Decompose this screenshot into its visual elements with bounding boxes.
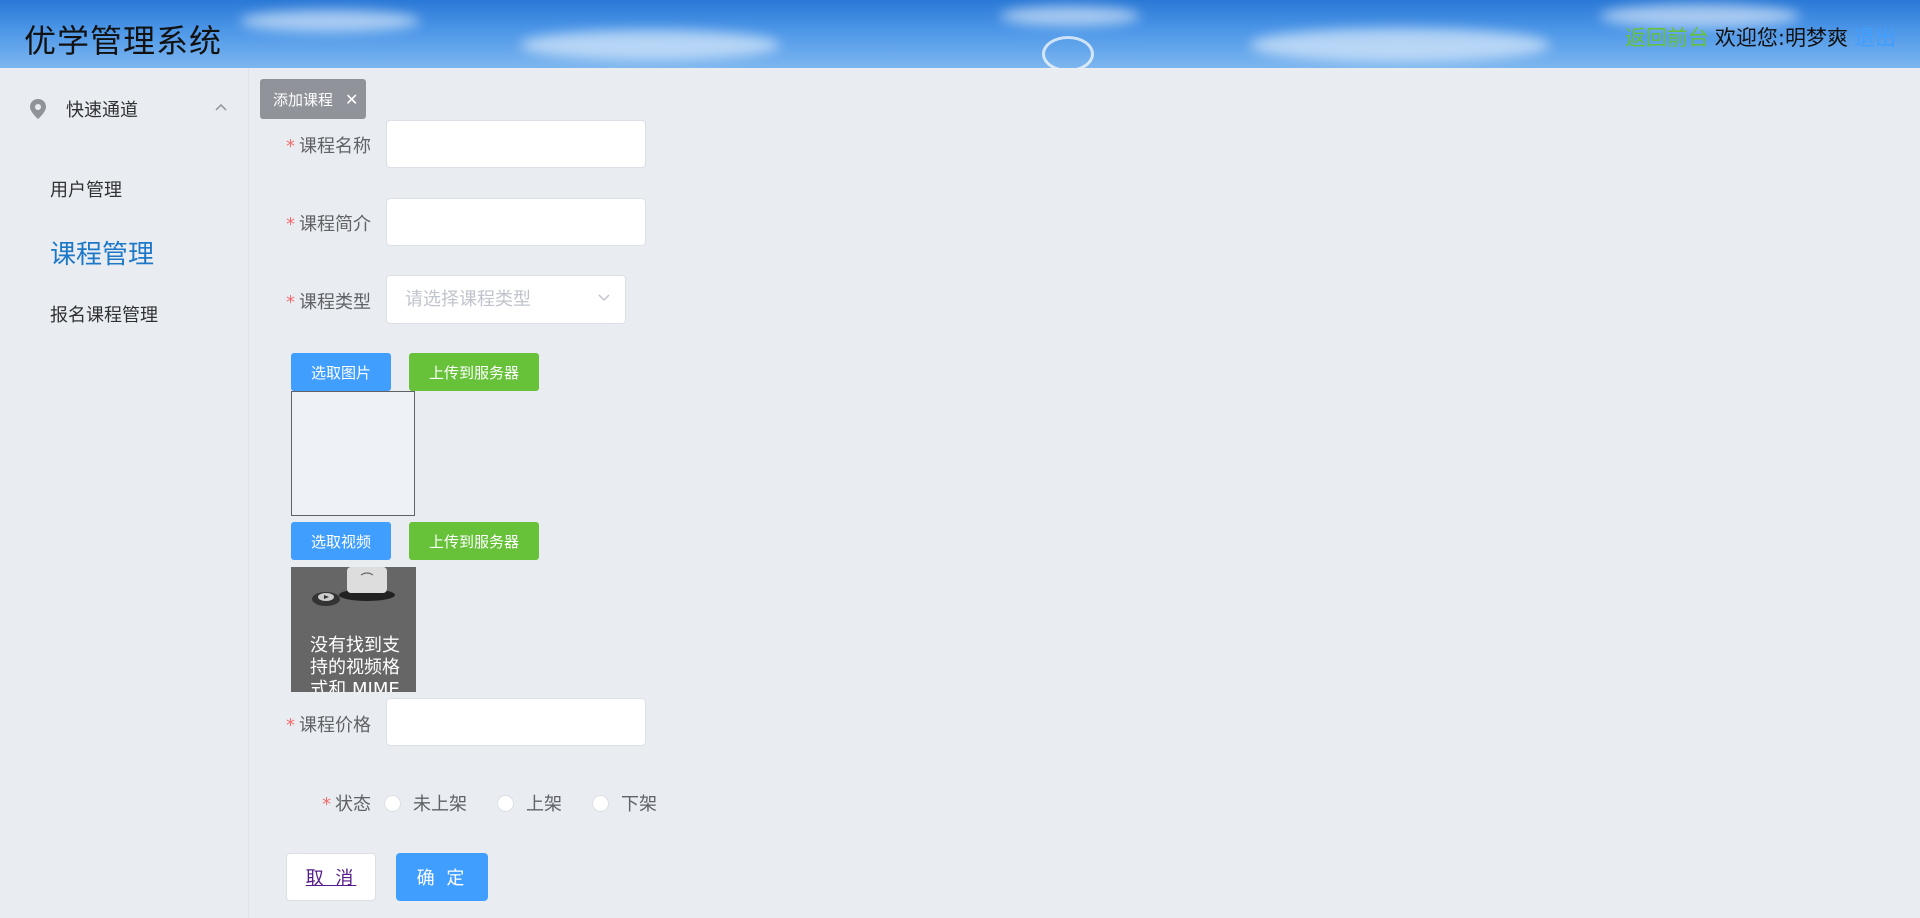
radio-label: 上架 xyxy=(526,794,562,815)
radio-circle[interactable] xyxy=(592,794,609,812)
cancel-button[interactable]: 取 消 xyxy=(286,853,376,901)
tab-add-course[interactable]: 添加课程 ✕ xyxy=(260,79,366,119)
course-price-input[interactable] xyxy=(386,698,646,746)
required-mark: * xyxy=(286,715,295,736)
sidebar-item-course-management[interactable]: 课程管理 xyxy=(50,234,154,271)
sidebar-group-label: 快速通道 xyxy=(66,100,138,121)
required-mark: * xyxy=(286,214,295,235)
status-radio-listed[interactable]: 上架 xyxy=(497,790,562,816)
upload-image-button[interactable]: 上传到服务器 xyxy=(409,353,539,391)
course-intro-label: * 课程简介 xyxy=(286,210,371,236)
course-intro-label-text: 课程简介 xyxy=(299,214,371,235)
radio-label: 未上架 xyxy=(413,794,467,815)
status-label: * 状态 xyxy=(322,790,371,816)
required-mark: * xyxy=(286,136,295,157)
status-radio-delisted[interactable]: 下架 xyxy=(592,790,657,816)
course-type-placeholder: 请选择课程类型 xyxy=(405,289,531,310)
course-type-select[interactable]: 请选择课程类型 xyxy=(386,275,626,324)
status-radio-group: 未上架 上架 下架 xyxy=(384,790,687,816)
status-label-text: 状态 xyxy=(335,794,371,815)
location-pin-icon xyxy=(30,99,46,119)
image-preview xyxy=(291,391,415,516)
course-price-label: * 课程价格 xyxy=(286,711,371,737)
course-name-label: * 课程名称 xyxy=(286,132,371,158)
video-unsupported-message: 没有找到支持的视频格式和 MIME xyxy=(310,635,400,692)
cloud-decoration xyxy=(520,30,780,60)
cloud-decoration xyxy=(1000,6,1140,26)
radio-circle[interactable] xyxy=(384,794,401,812)
required-mark: * xyxy=(322,794,331,815)
close-icon[interactable]: ✕ xyxy=(345,90,358,109)
logout-link[interactable]: 退出 xyxy=(1854,22,1896,52)
course-name-input[interactable] xyxy=(386,120,646,168)
sidebar-item-user-management[interactable]: 用户管理 xyxy=(50,176,122,202)
chevron-down-icon xyxy=(598,294,610,302)
top-header: 优学管理系统 返回前台 欢迎您:明梦爽 退出 xyxy=(0,0,1920,68)
video-preview[interactable]: 没有找到支持的视频格式和 MIME xyxy=(291,567,416,692)
status-radio-unlisted[interactable]: 未上架 xyxy=(384,790,467,816)
bubble-decoration xyxy=(1042,36,1094,68)
required-mark: * xyxy=(286,292,295,313)
cloud-decoration xyxy=(240,10,420,32)
header-user-area: 返回前台 欢迎您:明梦爽 退出 xyxy=(1625,22,1896,52)
welcome-text: 欢迎您:明梦爽 xyxy=(1714,26,1848,50)
radio-circle[interactable] xyxy=(497,794,514,812)
confirm-button[interactable]: 确 定 xyxy=(396,853,488,901)
pick-image-button[interactable]: 选取图片 xyxy=(291,353,391,391)
cloud-decoration xyxy=(1250,28,1550,62)
video-plugin-icon xyxy=(312,567,395,606)
app-title: 优学管理系统 xyxy=(24,22,223,60)
radio-label: 下架 xyxy=(621,794,657,815)
course-price-label-text: 课程价格 xyxy=(299,715,371,736)
course-intro-input[interactable] xyxy=(386,198,646,246)
course-name-label-text: 课程名称 xyxy=(299,136,371,157)
sidebar-item-enrollment-management[interactable]: 报名课程管理 xyxy=(50,301,158,327)
upload-video-button[interactable]: 上传到服务器 xyxy=(409,522,539,560)
sidebar: 快速通道 用户管理 课程管理 报名课程管理 xyxy=(0,68,249,918)
back-to-front-link[interactable]: 返回前台 xyxy=(1625,22,1709,52)
sidebar-group-quick-access[interactable]: 快速通道 xyxy=(28,94,228,124)
course-type-label: * 课程类型 xyxy=(286,288,371,314)
course-type-label-text: 课程类型 xyxy=(299,292,371,313)
tab-label: 添加课程 xyxy=(273,90,334,109)
chevron-up-icon xyxy=(215,103,227,111)
pick-video-button[interactable]: 选取视频 xyxy=(291,522,391,560)
